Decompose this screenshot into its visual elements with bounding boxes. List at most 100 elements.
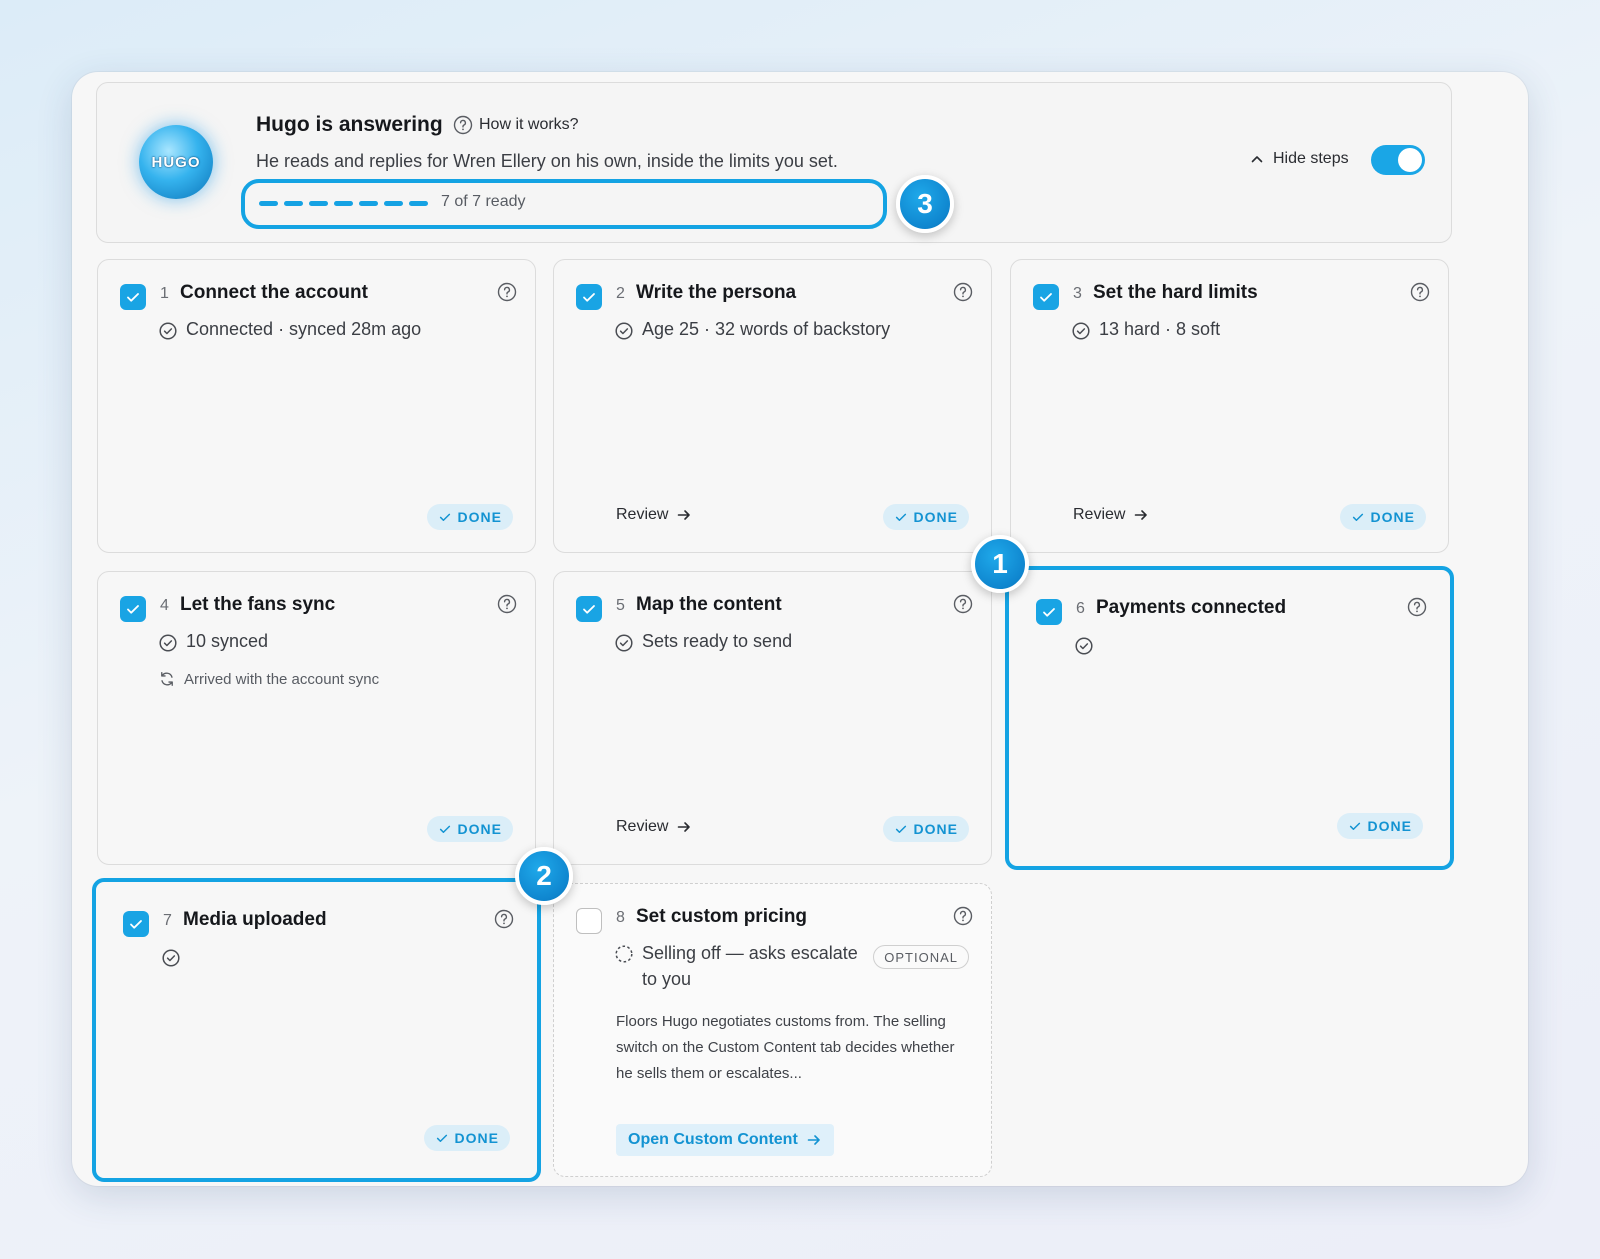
question-icon — [453, 115, 473, 135]
step-title: Connect the account — [180, 282, 368, 303]
hugo-logo: HUGO — [139, 125, 213, 199]
help-icon[interactable] — [497, 594, 517, 614]
review-link[interactable]: Review — [1073, 506, 1149, 524]
chevron-up-icon — [1249, 151, 1265, 167]
step-status — [1074, 634, 1094, 656]
hide-steps-button[interactable]: Hide steps — [1249, 150, 1349, 168]
done-badge: DONE — [1339, 504, 1426, 530]
step-title: Set custom pricing — [636, 906, 808, 927]
tick-icon — [894, 822, 908, 836]
done-label: DONE — [1367, 818, 1412, 834]
step-status: Age 25 · 32 words of backstory — [614, 319, 890, 341]
help-icon[interactable] — [953, 594, 973, 614]
tick-icon — [438, 822, 452, 836]
review-label: Review — [616, 506, 669, 523]
arrow-right-icon — [806, 1132, 822, 1148]
open-custom-content-button[interactable]: Open Custom Content — [616, 1124, 834, 1156]
annotation-marker-2: 2 — [515, 847, 573, 905]
step-title: Media uploaded — [183, 909, 327, 930]
annotation-marker-3: 3 — [896, 175, 954, 233]
step-card-map-content: 5 Map the content Sets ready to send Rev… — [553, 571, 992, 865]
step-card-hard-limits: 3 Set the hard limits 13 hard · 8 soft R… — [1010, 259, 1449, 553]
tick-icon — [894, 510, 908, 524]
step-checkbox[interactable] — [120, 596, 146, 622]
progress-segment — [259, 201, 278, 206]
step-status-text: Age 25 · 32 words of backstory — [642, 319, 891, 339]
page-title: Hugo is answering — [256, 113, 443, 136]
page-subtitle: He reads and replies for Wren Ellery on … — [256, 151, 838, 171]
step-checkbox[interactable] — [1033, 284, 1059, 310]
check-icon — [125, 601, 141, 617]
hugo-answering-toggle[interactable] — [1371, 145, 1425, 175]
review-link[interactable]: Review — [616, 506, 692, 524]
progress-segment — [409, 201, 428, 206]
sync-icon — [158, 670, 176, 688]
step-status-text: Sets ready to send — [642, 631, 793, 651]
help-icon[interactable] — [953, 906, 973, 926]
step-card-custom-pricing: 8 Set custom pricing Selling off — asks … — [553, 883, 992, 1177]
step-status-text: 13 hard · 8 soft — [1099, 319, 1221, 339]
step-checkbox[interactable] — [576, 596, 602, 622]
help-icon[interactable] — [953, 282, 973, 302]
circle-check-icon — [1071, 321, 1091, 341]
arrow-right-icon — [676, 507, 692, 523]
progress-segment — [334, 201, 353, 206]
toggle-knob — [1398, 148, 1422, 172]
step-description: Floors Hugo negotiates customs from. The… — [616, 1013, 955, 1082]
help-icon[interactable] — [494, 909, 514, 929]
circle-check-icon — [158, 633, 178, 653]
help-icon[interactable] — [1407, 597, 1427, 617]
circle-check-icon — [614, 321, 634, 341]
step-status-text: Connected · synced 28m ago — [186, 319, 422, 339]
review-link[interactable]: Review — [616, 818, 692, 836]
check-icon — [1038, 289, 1054, 305]
step-number: 2 — [616, 285, 625, 302]
how-it-works-link[interactable]: How it works? — [453, 115, 579, 135]
step-number: 7 — [163, 912, 172, 929]
step-substatus-text: Arrived with the account sync — [184, 670, 380, 688]
circle-check-icon — [614, 633, 634, 653]
step-number: 8 — [616, 909, 625, 926]
done-label: DONE — [1370, 509, 1415, 525]
step-title: Let the fans sync — [180, 594, 336, 615]
done-label: DONE — [457, 509, 502, 525]
step-checkbox[interactable] — [1036, 599, 1062, 625]
open-custom-content-label: Open Custom Content — [628, 1131, 798, 1148]
step-status: 13 hard · 8 soft — [1071, 319, 1220, 341]
help-icon[interactable] — [1410, 282, 1430, 302]
step-number: 3 — [1073, 285, 1082, 302]
done-badge: DONE — [882, 504, 969, 530]
step-number: 5 — [616, 597, 625, 614]
step-checkbox[interactable] — [576, 284, 602, 310]
review-label: Review — [616, 818, 669, 835]
step-checkbox[interactable] — [123, 911, 149, 937]
done-badge: DONE — [1336, 813, 1423, 839]
check-icon — [128, 916, 144, 932]
progress-segment — [359, 201, 378, 206]
step-checkbox[interactable] — [120, 284, 146, 310]
step-title: Write the persona — [636, 282, 797, 303]
help-icon[interactable] — [497, 282, 517, 302]
step-title: Map the content — [636, 594, 782, 615]
step-card-payments: 6 Payments connected DONE — [1005, 566, 1454, 870]
circle-check-icon — [158, 321, 178, 341]
progress-bar — [259, 201, 428, 206]
step-status-text: Selling off — asks escalate to you — [642, 943, 858, 989]
done-label: DONE — [913, 821, 958, 837]
progress-segment — [384, 201, 403, 206]
step-checkbox[interactable] — [576, 908, 602, 934]
progress-text: 7 of 7 ready — [441, 193, 526, 210]
arrow-right-icon — [1133, 507, 1149, 523]
check-icon — [581, 289, 597, 305]
step-status: 10 synced — [158, 631, 268, 653]
step-card-fans-sync: 4 Let the fans sync 10 synced Arrived wi… — [97, 571, 536, 865]
hide-steps-label: Hide steps — [1273, 150, 1349, 167]
step-number: 1 — [160, 285, 169, 302]
step-number: 6 — [1076, 600, 1085, 617]
optional-badge: OPTIONAL — [873, 945, 969, 969]
step-card-connect-account: 1 Connect the account Connected · synced… — [97, 259, 536, 553]
step-card-write-persona: 2 Write the persona Age 25 · 32 words of… — [553, 259, 992, 553]
step-status: Selling off — asks escalate to you — [614, 940, 874, 992]
step-card-media: 7 Media uploaded DONE — [92, 878, 541, 1182]
check-icon — [125, 289, 141, 305]
